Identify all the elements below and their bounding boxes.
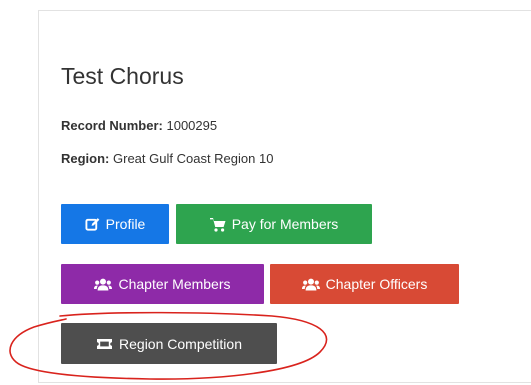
chapter-members-label: Chapter Members [118, 276, 231, 292]
region-value: Great Gulf Coast Region 10 [113, 151, 274, 166]
chorus-title: Test Chorus [61, 63, 184, 89]
pay-for-members-label: Pay for Members [231, 216, 339, 232]
users-icon [301, 278, 320, 291]
region-competition-label: Region Competition [119, 335, 242, 352]
record-number-label: Record Number: [61, 118, 163, 133]
users-icon [94, 278, 113, 291]
profile-label: Profile [105, 216, 146, 232]
cart-icon [209, 217, 226, 232]
chapter-officers-button[interactable]: Chapter Officers [270, 264, 459, 304]
chapter-members-button[interactable]: Chapter Members [61, 264, 264, 304]
region-label: Region: [61, 151, 110, 166]
ticket-icon [96, 338, 113, 350]
region-competition-button[interactable]: Region Competition [61, 323, 277, 364]
page: Test Chorus Record Number: 1000295 Regio… [0, 0, 531, 385]
edit-icon [85, 217, 100, 232]
record-number-value: 1000295 [166, 118, 218, 133]
region-row: Region: Great Gulf Coast Region 10 [61, 150, 273, 168]
profile-button[interactable]: Profile [61, 204, 169, 244]
chapter-officers-label: Chapter Officers [325, 276, 428, 292]
record-number-row: Record Number: 1000295 [61, 117, 217, 135]
pay-for-members-button[interactable]: Pay for Members [176, 204, 372, 244]
